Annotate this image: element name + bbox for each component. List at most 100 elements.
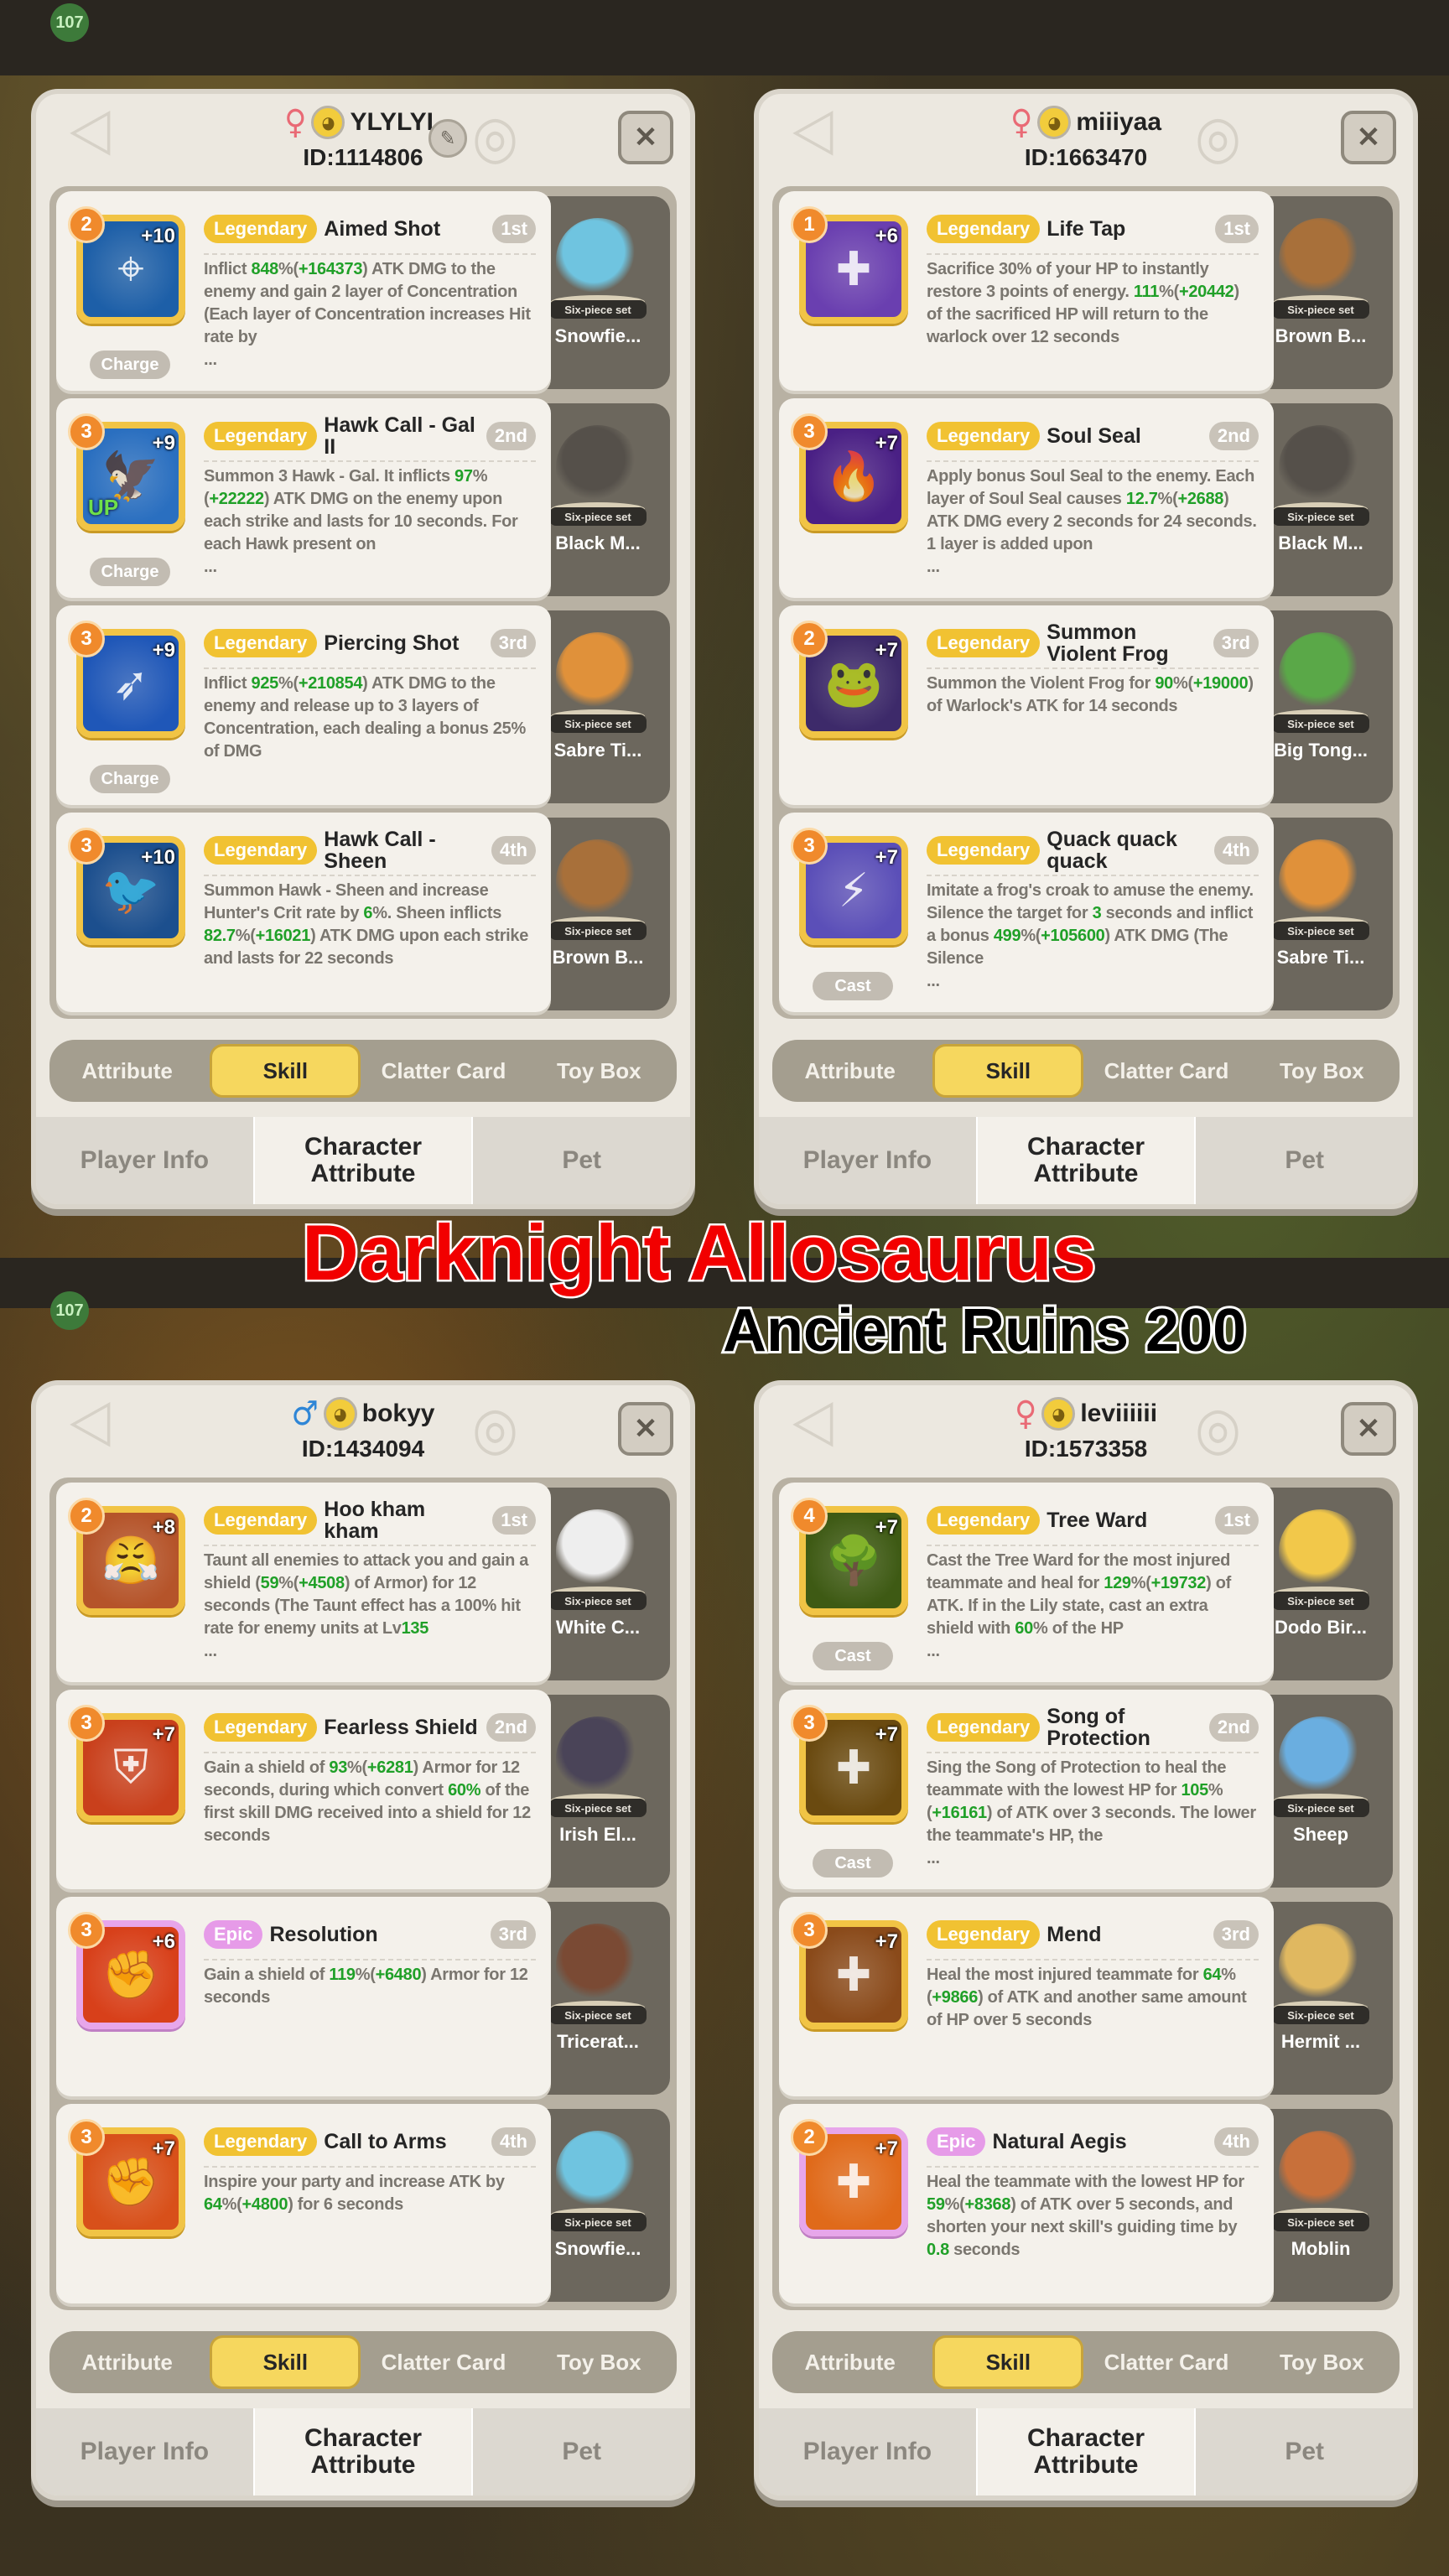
skill-icon-frame[interactable]: 🐸 2 +7 bbox=[791, 621, 908, 738]
skill-card[interactable]: 🌳 4 +7 Cast Legendary Tree Ward 1st Cast the Tr… bbox=[779, 1483, 1274, 1682]
skill-icon-frame[interactable]: ✚ 2 +7 bbox=[791, 2119, 908, 2236]
skill-card[interactable]: ⚡ 3 +7 Cast Legendary Quack quack quack 4th Imi… bbox=[779, 813, 1274, 1012]
subtab-attribute[interactable]: Attribute bbox=[49, 2335, 205, 2389]
skill-icon-frame[interactable]: ✚ 3 +7 bbox=[791, 1912, 908, 2029]
subtab-clatter-card[interactable]: Clatter Card bbox=[1088, 1044, 1244, 1098]
skill-header: Epic Natural Aegis 4th bbox=[927, 2117, 1259, 2168]
skill-icon-frame[interactable]: ➶ 3 +9 bbox=[68, 621, 185, 738]
skill-list[interactable]: Six-piece set Snowfie... ⌖ 2 +10 Charge Legend… bbox=[49, 186, 677, 1019]
tab-character-attribute[interactable]: Character Attribute bbox=[254, 2408, 474, 2496]
skill-icon-frame[interactable]: 🦅 3 +9 UP bbox=[68, 413, 185, 531]
skill-level-badge: 1 bbox=[791, 206, 828, 243]
skill-card[interactable]: 🔥 3 +7 Legendary Soul Seal 2nd Apply bonus Sou… bbox=[779, 398, 1274, 598]
skill-icon-frame[interactable]: ✊ 3 +6 bbox=[68, 1912, 185, 2029]
tab-character-attribute[interactable]: Character Attribute bbox=[977, 1117, 1197, 1204]
skill-card[interactable]: ✚ 3 +7 Legendary Mend 3rd Heal the most injure… bbox=[779, 1897, 1274, 2096]
skill-card[interactable]: ➶ 3 +9 Charge Legendary Piercing Shot 3rd Infli… bbox=[56, 605, 551, 805]
close-button[interactable]: ✕ bbox=[618, 111, 673, 164]
rarity-badge: Legendary bbox=[927, 1920, 1041, 1949]
description-text: %( bbox=[355, 1966, 376, 1984]
highlight-value: 111 bbox=[1133, 283, 1160, 301]
subtab-skill[interactable]: Skill bbox=[210, 2335, 361, 2389]
rarity-badge: Legendary bbox=[927, 1713, 1041, 1742]
skill-card[interactable]: ✊ 3 +7 Legendary Call to Arms 4th Inspire your… bbox=[56, 2104, 551, 2303]
subtab-clatter-card[interactable]: Clatter Card bbox=[1088, 2335, 1244, 2389]
tab-pet[interactable]: Pet bbox=[473, 2408, 690, 2496]
tab-pet[interactable]: Pet bbox=[1196, 1117, 1413, 1204]
subtab-attribute[interactable]: Attribute bbox=[772, 1044, 927, 1098]
skill-icon-frame[interactable]: ⛨ 3 +7 bbox=[68, 1705, 185, 1822]
skill-card[interactable]: 😤 2 +8 Legendary Hoo kham kham 1st Taunt all e… bbox=[56, 1483, 551, 1682]
highlight-value: 105 bbox=[1181, 1781, 1208, 1800]
skill-icon-frame[interactable]: ⌖ 2 +10 bbox=[68, 206, 185, 324]
subtab-toy-box[interactable]: Toy Box bbox=[522, 2335, 677, 2389]
highlight-value: +4508 bbox=[299, 1574, 345, 1592]
skill-list[interactable]: Six-piece set White C... 😤 2 +8 Legendary Hoo … bbox=[49, 1478, 677, 2310]
skill-card[interactable]: 🦅 3 +9 UP Charge Legendary Hawk Call - Gal II 2… bbox=[56, 398, 551, 598]
pet-name: Dodo Bir... bbox=[1275, 1617, 1367, 1638]
description-text: Gain a shield of bbox=[204, 1758, 330, 1777]
player-id: ID:1114806 bbox=[303, 144, 423, 170]
tab-player-info[interactable]: Player Info bbox=[759, 2408, 978, 2496]
skill-card[interactable]: ✚ 3 +7 Cast Legendary Song of Protection 2nd Si… bbox=[779, 1690, 1274, 1889]
description-text: %( bbox=[278, 674, 299, 693]
close-button[interactable]: ✕ bbox=[1341, 1402, 1396, 1456]
skill-row: Six-piece set Hermit ... ✚ 3 +7 Legendary Mend… bbox=[779, 1897, 1394, 2098]
skill-enhance-level: +10 bbox=[141, 846, 175, 869]
skill-icon-frame[interactable]: 🌳 4 +7 bbox=[791, 1498, 908, 1615]
skill-card[interactable]: ✊ 3 +6 Epic Resolution 3rd Gain a shield of 11… bbox=[56, 1897, 551, 2096]
subtab-clatter-card[interactable]: Clatter Card bbox=[366, 1044, 521, 1098]
skill-icon-frame[interactable]: 😤 2 +8 bbox=[68, 1498, 185, 1615]
highlight-value: 0.8 bbox=[927, 2241, 949, 2259]
skill-card[interactable]: ✚ 1 +6 Legendary Life Tap 1st Sacrifice 30% of… bbox=[779, 191, 1274, 391]
skill-list[interactable]: Six-piece set Brown B... ✚ 1 +6 Legendary Life… bbox=[772, 186, 1400, 1019]
tab-character-attribute[interactable]: Character Attribute bbox=[977, 2408, 1197, 2496]
skill-list[interactable]: Six-piece set Dodo Bir... 🌳 4 +7 Cast Legendar… bbox=[772, 1478, 1400, 2310]
skill-icon-frame[interactable]: ✊ 3 +7 bbox=[68, 2119, 185, 2236]
tab-player-info[interactable]: Player Info bbox=[36, 1117, 255, 1204]
subtab-skill[interactable]: Skill bbox=[210, 1044, 361, 1098]
six-piece-set-label: Six-piece set bbox=[1272, 714, 1369, 733]
subtab-skill[interactable]: Skill bbox=[932, 1044, 1084, 1098]
pet-name: Brown B... bbox=[552, 947, 644, 968]
tab-character-attribute[interactable]: Character Attribute bbox=[254, 1117, 474, 1204]
skill-card[interactable]: ⛨ 3 +7 Legendary Fearless Shield 2nd Gain a sh… bbox=[56, 1690, 551, 1889]
skill-card[interactable]: 🐦 3 +10 Legendary Hawk Call - Sheen 4th Summon… bbox=[56, 813, 551, 1012]
tab-pet[interactable]: Pet bbox=[473, 1117, 690, 1204]
close-button[interactable]: ✕ bbox=[1341, 111, 1396, 164]
subtab-attribute[interactable]: Attribute bbox=[49, 1044, 205, 1098]
subtab-toy-box[interactable]: Toy Box bbox=[1244, 2335, 1400, 2389]
skill-card[interactable]: ✚ 2 +7 Epic Natural Aegis 4th Heal the teammat… bbox=[779, 2104, 1274, 2303]
subtab-skill[interactable]: Skill bbox=[932, 2335, 1084, 2389]
pet-name: Tricerat... bbox=[557, 2031, 639, 2052]
skill-icon-frame[interactable]: 🐦 3 +10 bbox=[68, 828, 185, 945]
subtab-attribute[interactable]: Attribute bbox=[772, 2335, 927, 2389]
skill-icon-frame[interactable]: 🔥 3 +7 bbox=[791, 413, 908, 531]
tab-player-info[interactable]: Player Info bbox=[36, 2408, 255, 2496]
tab-pet[interactable]: Pet bbox=[1196, 2408, 1413, 2496]
rarity-badge: Epic bbox=[927, 2127, 986, 2156]
skill-row: Six-piece set Sabre Ti... ⚡ 3 +7 Cast Legendar… bbox=[779, 813, 1394, 1014]
six-piece-set-label: Six-piece set bbox=[1272, 1592, 1369, 1610]
level-badge: 107 bbox=[50, 3, 89, 42]
tab-player-info[interactable]: Player Info bbox=[759, 1117, 978, 1204]
skill-icon-frame[interactable]: ⚡ 3 +7 bbox=[791, 828, 908, 945]
skill-description: Cast the Tree Ward for the most injured … bbox=[927, 1550, 1259, 1663]
sub-tab-bar: Attribute Skill Clatter Card Toy Box bbox=[49, 2331, 677, 2393]
sub-tab-bar: Attribute Skill Clatter Card Toy Box bbox=[772, 1040, 1400, 1102]
subtab-toy-box[interactable]: Toy Box bbox=[1244, 1044, 1400, 1098]
skill-description: Imitate a frog's croak to amuse the enem… bbox=[927, 880, 1259, 993]
highlight-value: 93 bbox=[329, 1758, 348, 1777]
skill-card[interactable]: ⌖ 2 +10 Charge Legendary Aimed Shot 1st Inflict… bbox=[56, 191, 551, 391]
skill-card[interactable]: 🐸 2 +7 Legendary Summon Violent Frog 3rd Summo… bbox=[779, 605, 1274, 805]
skill-header: Legendary Quack quack quack 4th bbox=[927, 826, 1259, 876]
skill-icon-frame[interactable]: ✚ 3 +7 bbox=[791, 1705, 908, 1822]
edit-icon[interactable]: ✎ bbox=[428, 119, 467, 158]
avatar-icon: ◕ bbox=[311, 106, 345, 139]
skill-slot-rank: 3rd bbox=[1213, 629, 1259, 657]
player-name: bokyy bbox=[361, 1400, 435, 1427]
subtab-toy-box[interactable]: Toy Box bbox=[522, 1044, 677, 1098]
skill-icon-frame[interactable]: ✚ 1 +6 bbox=[791, 206, 908, 324]
close-button[interactable]: ✕ bbox=[618, 1402, 673, 1456]
subtab-clatter-card[interactable]: Clatter Card bbox=[366, 2335, 521, 2389]
